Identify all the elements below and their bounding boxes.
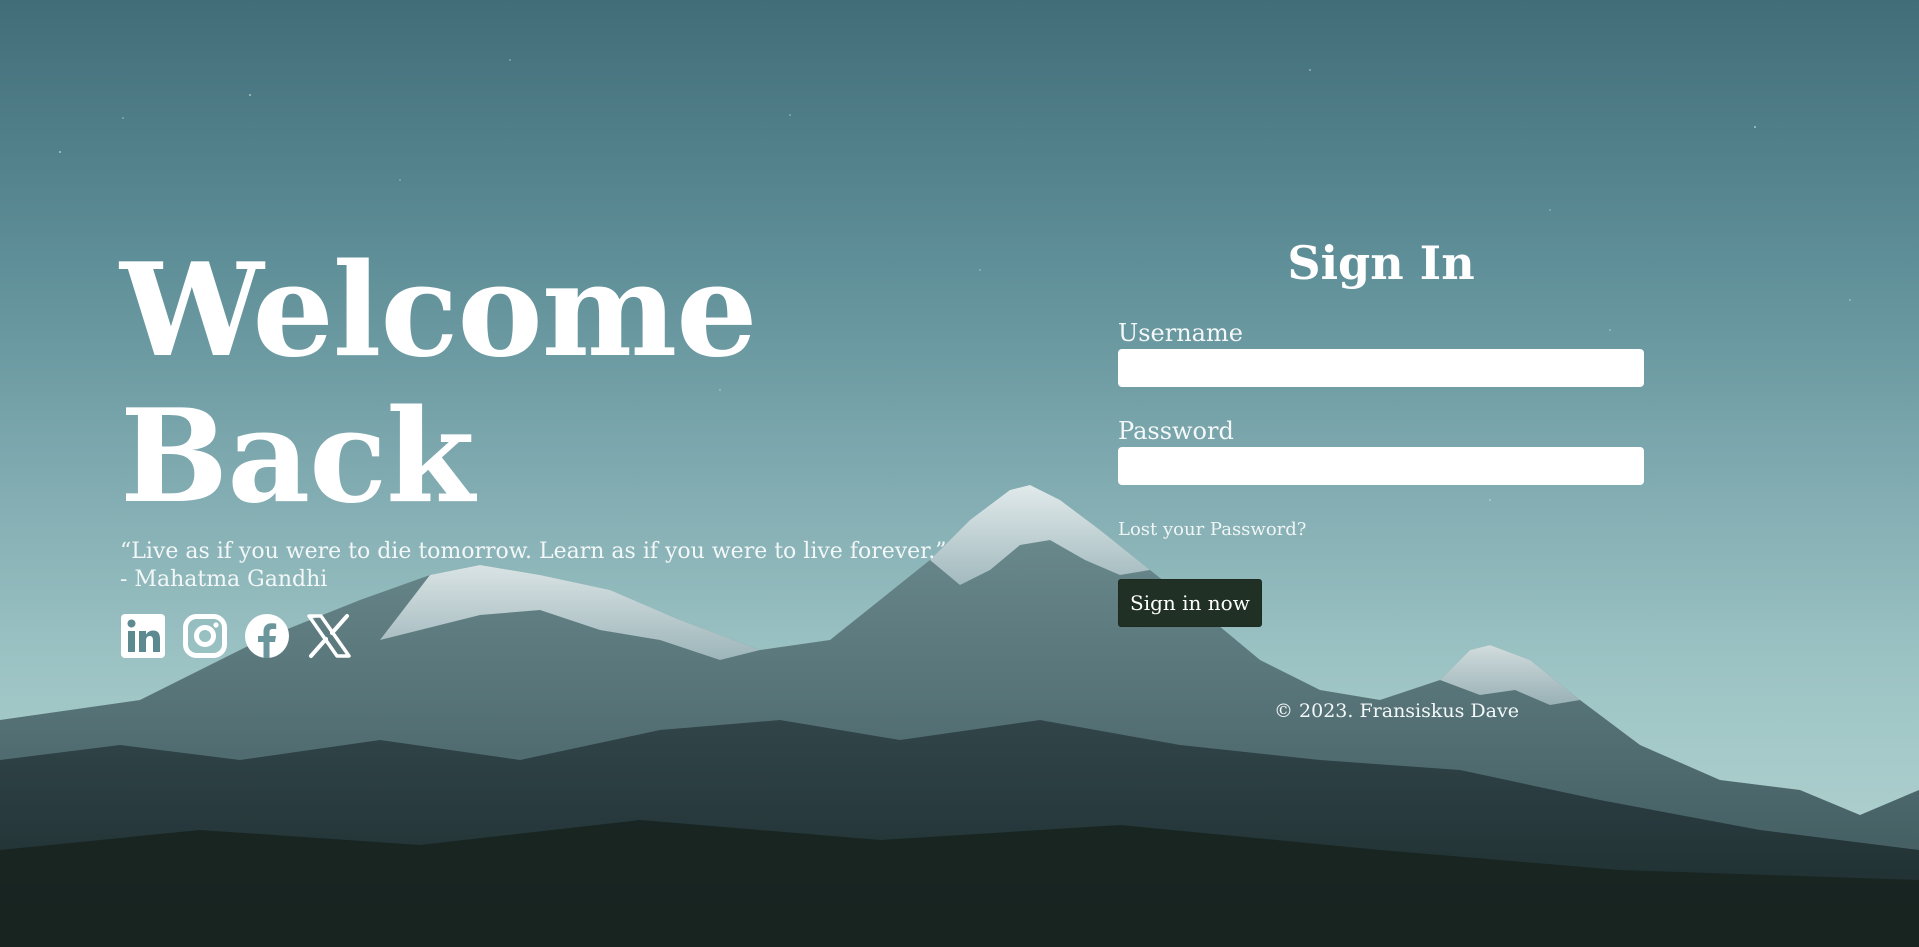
instagram-icon[interactable] bbox=[181, 612, 229, 660]
social-links bbox=[119, 612, 353, 660]
username-group: Username bbox=[1118, 319, 1644, 387]
username-input[interactable] bbox=[1118, 349, 1644, 387]
quote: “Live as if you were to die tomorrow. Le… bbox=[120, 538, 1000, 594]
welcome-heading-line2: Back bbox=[120, 382, 475, 532]
quote-text: “Live as if you were to die tomorrow. Le… bbox=[120, 539, 947, 564]
password-input[interactable] bbox=[1118, 447, 1644, 485]
signin-form: Sign In Username Password Lost your Pass… bbox=[1118, 233, 1644, 627]
username-label: Username bbox=[1118, 319, 1243, 347]
welcome-heading-line1: Welcome bbox=[120, 236, 758, 386]
x-icon[interactable] bbox=[305, 612, 353, 660]
signin-button[interactable]: Sign in now bbox=[1118, 579, 1262, 627]
lost-password-link[interactable]: Lost your Password? bbox=[1118, 518, 1306, 542]
welcome-heading: Welcome Back bbox=[120, 238, 1000, 530]
signin-heading: Sign In bbox=[1287, 236, 1475, 290]
quote-author: - Mahatma Gandhi bbox=[120, 567, 328, 592]
facebook-icon[interactable] bbox=[243, 612, 291, 660]
hero-section: Welcome Back “Live as if you were to die… bbox=[120, 238, 1000, 594]
password-group: Password bbox=[1118, 417, 1644, 485]
linkedin-icon[interactable] bbox=[119, 612, 167, 660]
copyright-text: © 2023. Fransiskus Dave bbox=[1274, 700, 1519, 722]
password-label: Password bbox=[1118, 417, 1234, 445]
